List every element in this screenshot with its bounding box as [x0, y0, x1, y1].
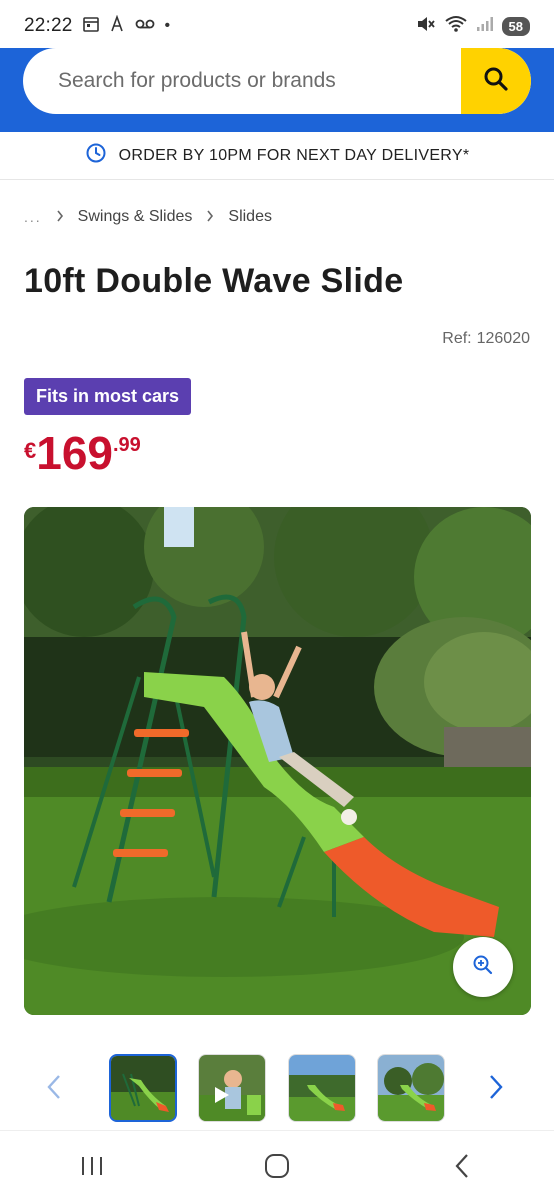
delivery-banner: ORDER BY 10PM FOR NEXT DAY DELIVERY*: [0, 132, 554, 180]
search-icon: [482, 65, 510, 98]
thumbnail-carousel: [0, 1054, 554, 1126]
chevron-right-icon: [56, 209, 64, 225]
carousel-prev-button[interactable]: [46, 1074, 62, 1108]
font-icon: [109, 14, 125, 37]
price-currency: €: [24, 438, 37, 463]
slide-photo: [24, 507, 531, 1015]
delivery-text: ORDER BY 10PM FOR NEXT DAY DELIVERY*: [118, 146, 470, 164]
status-time: 22:22: [24, 15, 73, 36]
price-main: 169: [36, 427, 113, 479]
zoom-button[interactable]: [453, 937, 513, 997]
price-cents: .99: [113, 434, 141, 456]
search-bar[interactable]: [23, 48, 531, 114]
breadcrumb-item-slides[interactable]: Slides: [228, 208, 272, 226]
product-ref: Ref: 126020: [442, 330, 530, 348]
search-input[interactable]: [23, 48, 461, 114]
breadcrumb: ... Swings & Slides Slides: [24, 208, 272, 226]
recent-apps-icon: [82, 1156, 103, 1175]
notification-dot: •: [164, 17, 171, 34]
ref-value: 126020: [476, 330, 530, 347]
product-main-image[interactable]: [24, 507, 531, 1015]
calendar-icon: [82, 16, 99, 36]
thumbnail-4[interactable]: [377, 1054, 445, 1122]
wifi-icon: [444, 15, 468, 37]
breadcrumb-ellipsis[interactable]: ...: [24, 209, 42, 225]
back-icon: [455, 1153, 468, 1178]
thumbnail-1[interactable]: [109, 1054, 177, 1122]
product-price: € 169 .99: [24, 430, 141, 476]
play-icon: [213, 1085, 231, 1110]
home-icon: [264, 1153, 289, 1178]
home-button[interactable]: [247, 1146, 307, 1186]
thumbnail-3[interactable]: [288, 1054, 356, 1122]
recent-apps-button[interactable]: [62, 1146, 122, 1186]
chevron-right-icon: [490, 1075, 503, 1099]
search-button[interactable]: [461, 48, 531, 114]
product-title: 10ft Double Wave Slide: [24, 262, 404, 300]
fits-in-cars-badge: Fits in most cars: [24, 378, 192, 415]
system-nav-bar: [0, 1130, 554, 1200]
chevron-left-icon: [47, 1075, 60, 1099]
chevron-right-icon: [206, 209, 214, 225]
zoom-in-icon: [472, 954, 494, 981]
clock-icon: [85, 142, 107, 169]
voicemail-icon: [135, 18, 155, 34]
thumbnail-2-video[interactable]: [198, 1054, 266, 1122]
back-button[interactable]: [432, 1146, 492, 1186]
battery-indicator: 58: [501, 16, 530, 36]
breadcrumb-item-swings-slides[interactable]: Swings & Slides: [78, 208, 193, 226]
signal-icon: [476, 16, 494, 36]
mute-icon: [416, 15, 436, 37]
ref-label: Ref:: [442, 330, 472, 347]
status-bar: 22:22 • 58: [0, 0, 554, 52]
header: [0, 48, 554, 132]
carousel-next-button[interactable]: [488, 1074, 504, 1108]
